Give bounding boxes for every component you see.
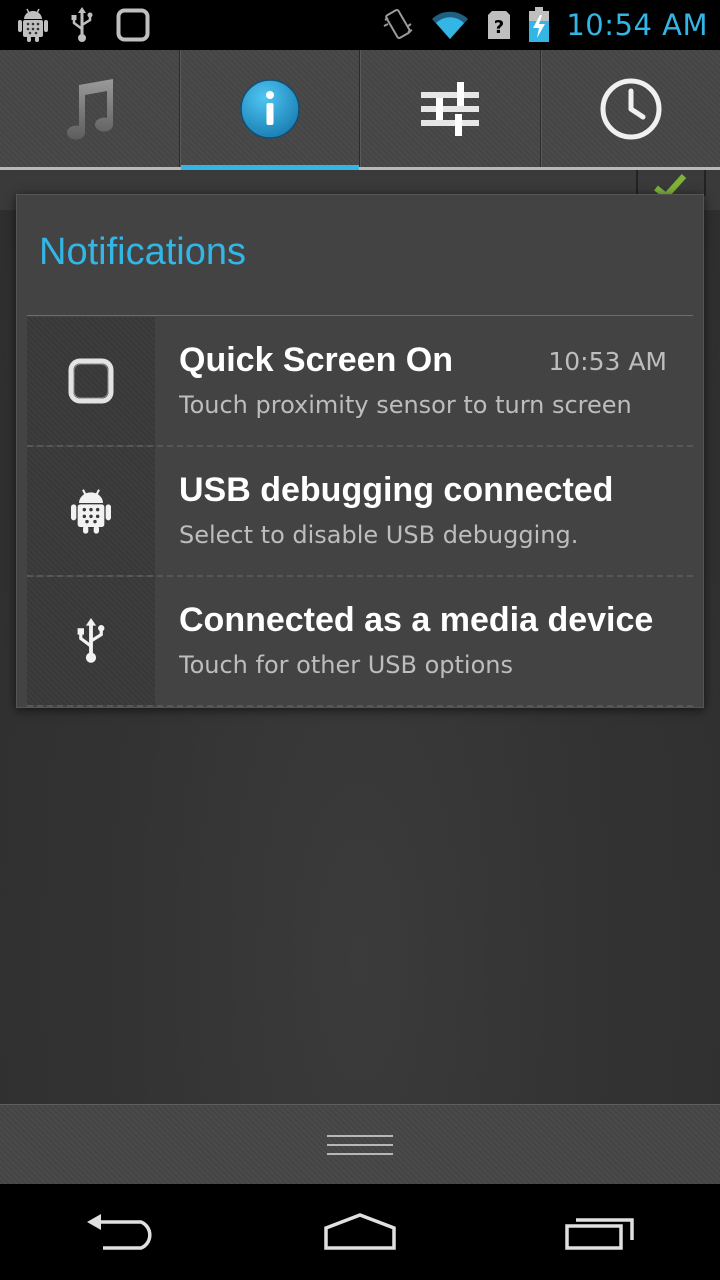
vibrate-icon: [383, 8, 413, 40]
status-bar-left-icons: [18, 5, 150, 45]
screen: ? 10:54 AM Notifications Quick Screen On…: [0, 0, 720, 1280]
notification-text: Touch proximity sensor to turn screen: [179, 391, 632, 419]
no-sim-icon: ?: [488, 11, 511, 39]
notification-item-quick-screen-on[interactable]: Quick Screen On 10:53 AM Touch proximity…: [27, 317, 693, 447]
tab-settings[interactable]: [360, 50, 541, 167]
status-bar: ? 10:54 AM: [0, 0, 720, 50]
notification-icon-box: [27, 447, 155, 575]
tab-bar: [0, 50, 720, 170]
dialog-divider: [27, 315, 693, 316]
battery-charging-icon: [529, 7, 550, 42]
notification-title: USB debugging connected: [179, 471, 614, 509]
recent-apps-button[interactable]: [540, 1184, 660, 1280]
underlying-checkbox: [636, 170, 706, 201]
info-icon: [240, 78, 300, 139]
music-note-icon: [67, 78, 114, 140]
notification-list: Quick Screen On 10:53 AM Touch proximity…: [27, 317, 693, 707]
notification-item-usb-debugging[interactable]: USB debugging connected Select to disabl…: [27, 447, 693, 577]
check-icon: [654, 173, 687, 201]
notification-icon-box: [27, 577, 155, 705]
home-icon: [324, 1213, 396, 1250]
notification-item-media-device[interactable]: Connected as a media device Touch for ot…: [27, 577, 693, 707]
usb-icon: [71, 7, 93, 42]
menu-lines-icon: [327, 1135, 393, 1155]
tab-info[interactable]: [179, 50, 360, 170]
notification-icon-box: [27, 317, 155, 445]
notification-text: Touch for other USB options: [179, 651, 513, 679]
navigation-bar: [0, 1184, 720, 1280]
back-button[interactable]: [60, 1184, 180, 1280]
svg-text:?: ?: [494, 17, 504, 38]
notification-title: Quick Screen On: [179, 341, 453, 379]
notification-title: Connected as a media device: [179, 601, 654, 639]
screen-square-icon: [116, 8, 150, 42]
tab-music[interactable]: [0, 50, 180, 167]
clock-icon: [600, 78, 662, 139]
notification-text: Select to disable USB debugging.: [179, 521, 579, 549]
dialog-title: Notifications: [39, 231, 246, 273]
drawer-handle[interactable]: [0, 1104, 720, 1185]
back-icon: [87, 1214, 152, 1250]
wifi-icon: [432, 11, 469, 39]
status-bar-right-icons: ? 10:54 AM: [382, 0, 708, 50]
tab-clock[interactable]: [540, 50, 720, 167]
notifications-dialog: Notifications Quick Screen On 10:53 AM T…: [16, 194, 704, 708]
sliders-icon: [421, 81, 480, 136]
recent-apps-icon: [565, 1218, 634, 1250]
status-bar-clock: 10:54 AM: [566, 8, 708, 42]
usb-icon: [77, 618, 105, 663]
android-debug-icon: [71, 489, 111, 534]
notification-time: 10:53 AM: [548, 347, 667, 376]
square-screen-icon: [68, 358, 114, 404]
android-debug-icon: [18, 8, 48, 42]
home-button[interactable]: [300, 1184, 420, 1280]
